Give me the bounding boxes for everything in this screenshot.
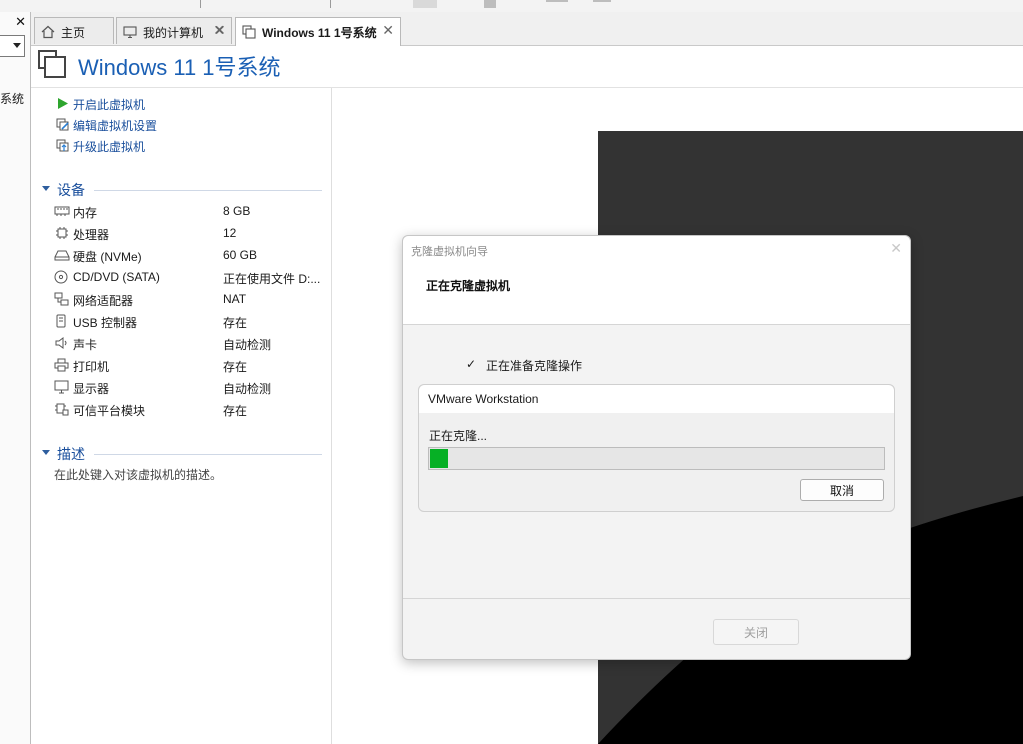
- collapse-triangle-icon: [42, 186, 50, 191]
- toolbar-button[interactable]: [546, 0, 568, 2]
- device-value: 存在: [223, 316, 248, 330]
- device-row-tpm[interactable]: 可信平台模块 存在: [54, 400, 324, 420]
- play-icon: [58, 98, 68, 109]
- library-item-label[interactable]: 系统: [0, 90, 24, 107]
- device-name: CD/DVD (SATA): [73, 270, 160, 284]
- command-label: 编辑虚拟机设置: [73, 119, 158, 133]
- device-value: 正在使用文件 D:...: [223, 272, 321, 286]
- device-value: 8 GB: [223, 204, 251, 218]
- toolbar-separator: [330, 0, 331, 8]
- divider: [94, 190, 322, 191]
- device-row-memory[interactable]: 内存 8 GB: [54, 202, 324, 222]
- dialog-title: 克隆虚拟机向导: [411, 246, 488, 258]
- printer-icon: [54, 358, 69, 372]
- device-name: 处理器: [73, 228, 110, 242]
- tab-windows-11-vm[interactable]: Windows 11 1号系统 ✕: [235, 17, 401, 46]
- home-icon: [41, 25, 55, 39]
- section-label: 描述: [57, 446, 85, 462]
- close-icon[interactable]: ✕: [382, 22, 394, 39]
- progress-panel: VMware Workstation 正在克隆... 取消: [418, 384, 895, 512]
- device-value: 存在: [223, 360, 248, 374]
- tab-label: Windows 11 1号系统: [262, 26, 377, 40]
- device-name: 打印机: [73, 360, 110, 374]
- tpm-icon: [55, 403, 69, 416]
- device-value: 12: [223, 226, 237, 240]
- progress-status: 正在克隆...: [429, 429, 488, 443]
- progress-bar-fill: [430, 449, 448, 468]
- monitor-icon: [54, 380, 69, 394]
- dialog-header: 克隆虚拟机向导 ✕ 正在克隆虚拟机: [403, 236, 910, 325]
- cancel-button[interactable]: 取消: [800, 479, 884, 501]
- usb-icon: [56, 314, 66, 328]
- page-title: Windows 11 1号系统: [78, 55, 281, 80]
- divider: [403, 598, 910, 599]
- pane-divider: [331, 88, 332, 744]
- toolbar-button[interactable]: [593, 0, 611, 2]
- command-label: 开启此虚拟机: [73, 98, 146, 112]
- device-row-usb[interactable]: USB 控制器 存在: [54, 312, 324, 332]
- progress-bar: [428, 447, 885, 470]
- dialog-heading: 正在克隆虚拟机: [426, 279, 511, 293]
- device-value: 自动检测: [223, 382, 272, 396]
- device-row-cd-dvd[interactable]: CD/DVD (SATA) 正在使用文件 D:...: [54, 268, 324, 288]
- device-row-processor[interactable]: 处理器 12: [54, 224, 324, 244]
- tab-home[interactable]: 主页: [34, 17, 114, 44]
- tab-label: 主页: [61, 26, 86, 40]
- device-name: 网络适配器: [73, 294, 134, 308]
- toolbar-separator: [200, 0, 201, 8]
- vm-icon: [242, 25, 256, 39]
- device-name: 硬盘 (NVMe): [73, 250, 142, 264]
- collapse-triangle-icon: [42, 450, 50, 455]
- network-icon: [54, 292, 69, 306]
- tab-label: 我的计算机: [143, 26, 204, 40]
- section-label: 设备: [57, 182, 85, 198]
- edit-settings-icon: [56, 118, 69, 131]
- memory-icon: [54, 206, 70, 216]
- close-icon[interactable]: ✕: [890, 240, 902, 257]
- device-value: 60 GB: [223, 248, 258, 262]
- cpu-icon: [56, 227, 68, 239]
- chevron-down-icon: [13, 43, 21, 48]
- device-row-printer[interactable]: 打印机 存在: [54, 356, 324, 376]
- clone-wizard-dialog: 克隆虚拟机向导 ✕ 正在克隆虚拟机 ✓ 正在准备克隆操作 VMware Work…: [402, 235, 911, 660]
- device-name: 声卡: [73, 338, 98, 352]
- step-label: 正在准备克隆操作: [486, 359, 583, 373]
- device-name: 可信平台模块: [73, 404, 146, 418]
- speaker-icon: [55, 337, 67, 349]
- description-section-header[interactable]: 描述: [42, 444, 322, 464]
- library-pane: [0, 12, 31, 744]
- device-name: 内存: [73, 206, 98, 220]
- device-row-hard-disk[interactable]: 硬盘 (NVMe) 60 GB: [54, 246, 324, 266]
- device-name: 显示器: [73, 382, 110, 396]
- cd-icon: [54, 270, 68, 284]
- divider: [31, 87, 1023, 88]
- description-field[interactable]: 在此处键入对该虚拟机的描述。: [54, 466, 222, 483]
- toolbar-button[interactable]: [484, 0, 496, 8]
- device-row-sound-card[interactable]: 声卡 自动检测: [54, 334, 324, 354]
- close-icon[interactable]: ✕: [214, 22, 226, 39]
- device-row-display[interactable]: 显示器 自动检测: [54, 378, 324, 398]
- toolbar-button[interactable]: [413, 0, 437, 8]
- disk-icon: [54, 250, 70, 261]
- computer-icon: [123, 26, 137, 39]
- library-close-icon[interactable]: ✕: [0, 14, 26, 30]
- device-row-network[interactable]: 网络适配器 NAT: [54, 290, 324, 310]
- devices-section-header[interactable]: 设备: [42, 180, 322, 200]
- device-value: 存在: [223, 404, 248, 418]
- library-search-dropdown[interactable]: [0, 35, 25, 57]
- device-value: NAT: [223, 292, 247, 306]
- device-value: 自动检测: [223, 338, 272, 352]
- command-label: 升级此虚拟机: [73, 140, 146, 154]
- close-button[interactable]: 关闭: [713, 619, 799, 645]
- tab-bar: 主页 我的计算机 ✕ Windows 11 1号系统 ✕ ✕: [31, 12, 1023, 46]
- progress-panel-title: VMware Workstation: [428, 392, 539, 406]
- progress-panel-header: VMware Workstation: [419, 385, 894, 413]
- vm-large-icon: [38, 50, 66, 78]
- divider: [94, 454, 322, 455]
- upgrade-icon: [56, 139, 69, 152]
- device-name: USB 控制器: [73, 316, 138, 330]
- checkmark-icon: ✓: [466, 357, 477, 371]
